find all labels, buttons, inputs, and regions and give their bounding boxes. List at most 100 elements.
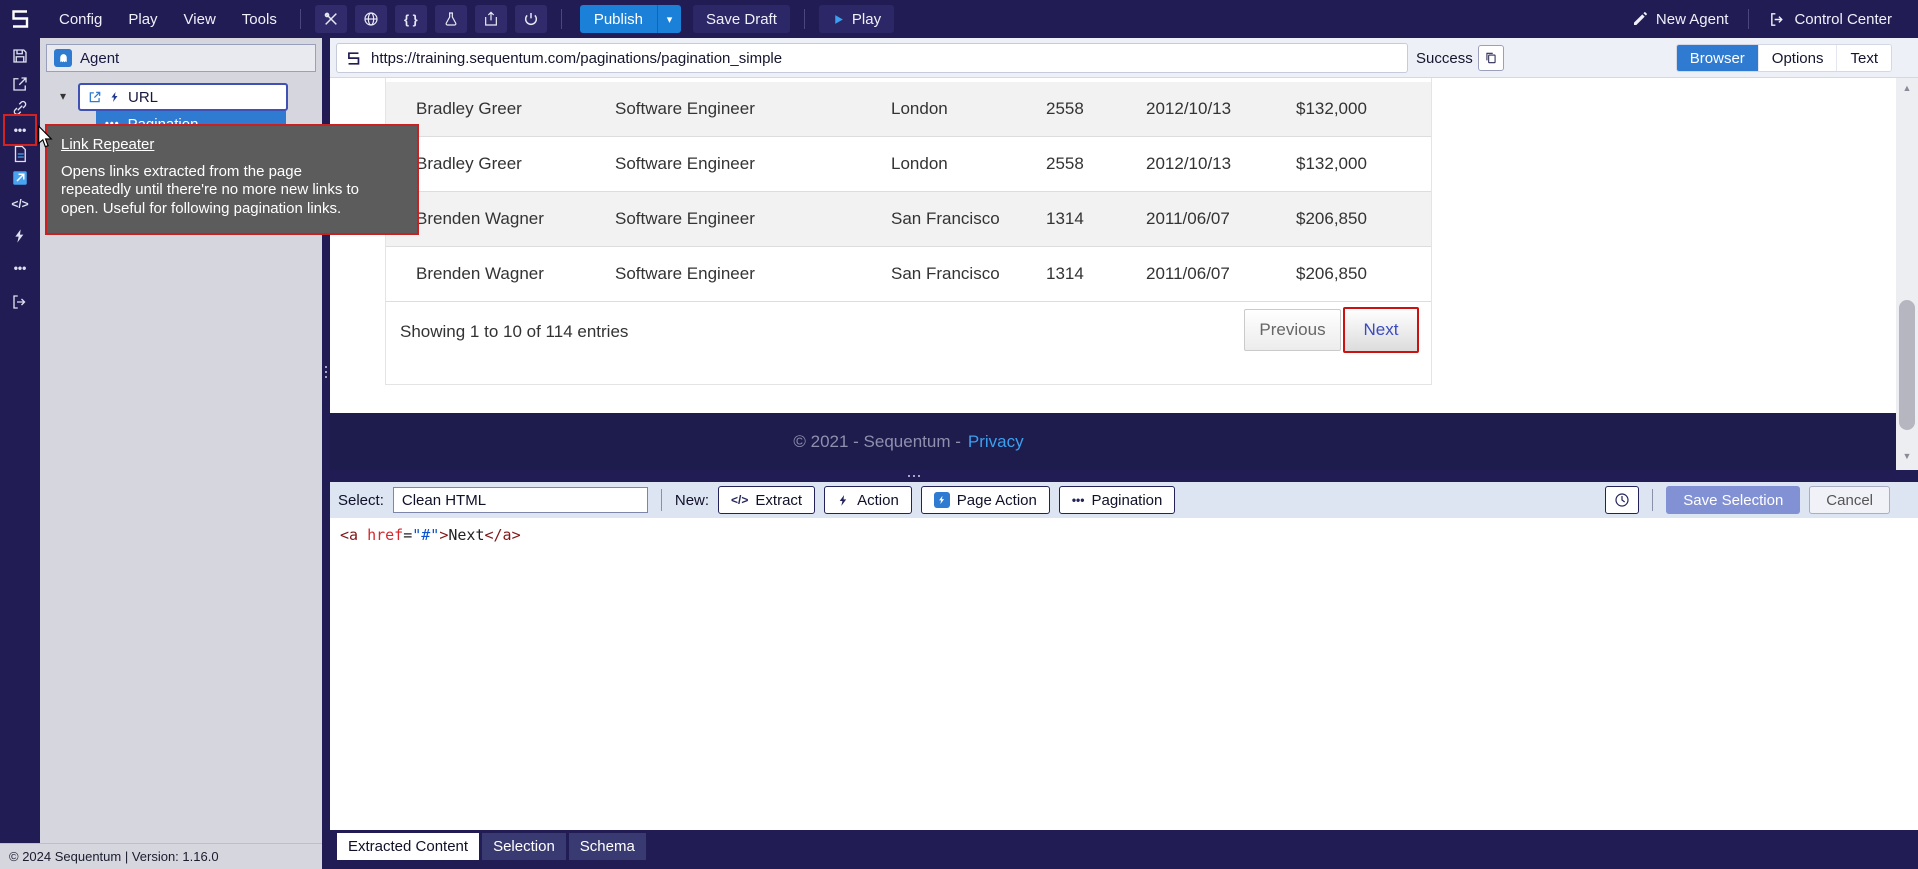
action-label: Action xyxy=(857,492,899,509)
external-link-icon xyxy=(11,75,29,93)
url-node-label: URL xyxy=(128,89,158,106)
horizontal-splitter[interactable] xyxy=(330,470,1918,482)
selection-toolbar: Select: New: </> Extract Action Page Act… xyxy=(330,482,1918,518)
chevron-down-icon: ▾ xyxy=(667,13,673,26)
table-row[interactable]: Brenden Wagner Software Engineer San Fra… xyxy=(386,247,1431,302)
new-page-action-button[interactable]: Page Action xyxy=(921,486,1050,514)
open-url-button[interactable] xyxy=(8,72,32,96)
agent-header[interactable]: Agent xyxy=(46,44,316,72)
table-row[interactable]: Brenden Wagner Software Engineer San Fra… xyxy=(386,192,1431,247)
tree-node-url[interactable]: URL xyxy=(78,83,288,111)
save-selection-button[interactable]: Save Selection xyxy=(1666,486,1800,514)
code-token: </a> xyxy=(485,526,521,544)
separator xyxy=(804,9,805,29)
scroll-down-icon[interactable]: ▼ xyxy=(1896,448,1918,464)
document-icon xyxy=(11,145,29,163)
save-agent-button[interactable] xyxy=(8,44,32,68)
table-row[interactable]: Bradley Greer Software Engineer London 2… xyxy=(386,82,1431,137)
tab-schema[interactable]: Schema xyxy=(569,833,646,860)
privacy-link[interactable]: Privacy xyxy=(968,432,1024,452)
code-token: <a xyxy=(340,526,358,544)
more-commands-button[interactable]: ••• xyxy=(8,256,32,280)
cancel-button[interactable]: Cancel xyxy=(1809,486,1890,514)
menu-item-play[interactable]: Play xyxy=(115,11,170,28)
menu-item-view[interactable]: View xyxy=(171,11,229,28)
publish-dropdown-caret[interactable]: ▾ xyxy=(657,5,681,33)
new-pagination-button[interactable]: ••• Pagination xyxy=(1059,486,1176,514)
separator xyxy=(300,9,301,29)
publish-button-group: Publish ▾ xyxy=(580,5,681,33)
scrollbar-thumb[interactable] xyxy=(1899,300,1915,430)
splitter-grip-icon xyxy=(325,366,327,368)
save-draft-button[interactable]: Save Draft xyxy=(693,5,790,33)
url-box xyxy=(336,43,1408,73)
new-agent-button[interactable]: New Agent xyxy=(1622,11,1739,28)
app-root: Config Play View Tools { } Publish ▾ Sav… xyxy=(0,0,1918,869)
topbar-right: New Agent Control Center xyxy=(1622,9,1902,29)
next-page-button[interactable]: Next xyxy=(1343,307,1419,353)
publish-button[interactable]: Publish xyxy=(580,5,657,33)
table-row[interactable]: Bradley Greer Software Engineer London 2… xyxy=(386,137,1431,192)
cell-office: London xyxy=(891,99,1046,119)
exit-button[interactable] xyxy=(8,290,32,314)
menu-item-config[interactable]: Config xyxy=(46,11,115,28)
clipboard-icon xyxy=(1484,51,1498,65)
tree-expander[interactable]: ▾ xyxy=(60,89,66,103)
tab-browser[interactable]: Browser xyxy=(1677,45,1758,71)
browser-viewport: Bradley Greer Software Engineer London 2… xyxy=(330,78,1896,470)
previous-page-button[interactable]: Previous xyxy=(1244,309,1341,351)
tab-selection[interactable]: Selection xyxy=(482,833,566,860)
browser-settings-button[interactable] xyxy=(355,5,387,33)
tab-extracted-content[interactable]: Extracted Content xyxy=(337,833,479,860)
tooltip-body: Opens links extracted from the page repe… xyxy=(61,163,361,218)
tab-text[interactable]: Text xyxy=(1836,45,1891,71)
debug-button[interactable] xyxy=(435,5,467,33)
code-icon: </> xyxy=(731,493,748,507)
cell-start-date: 2011/06/07 xyxy=(1146,264,1296,284)
menu-item-tools[interactable]: Tools xyxy=(229,11,290,28)
code-command-button[interactable]: </> xyxy=(8,192,32,216)
browser-scrollbar[interactable]: ▲ ▼ xyxy=(1896,78,1918,470)
cell-start-date: 2012/10/13 xyxy=(1146,154,1296,174)
agent-settings-button[interactable] xyxy=(315,5,347,33)
new-extract-button[interactable]: </> Extract xyxy=(718,486,815,514)
external-link-icon xyxy=(88,90,102,104)
separator xyxy=(1652,489,1653,511)
page-favicon-icon xyxy=(345,50,362,67)
copy-url-button[interactable] xyxy=(1478,45,1504,71)
cell-salary: $132,000 xyxy=(1296,99,1431,119)
tab-options[interactable]: Options xyxy=(1758,45,1837,71)
cell-ext: 2558 xyxy=(1046,154,1146,174)
link-repeater-button[interactable]: ••• xyxy=(8,118,32,142)
power-icon xyxy=(523,11,539,27)
data-json-button[interactable]: { } xyxy=(395,5,427,33)
link-repeater-tooltip: Link Repeater Opens links extracted from… xyxy=(45,124,419,235)
action-command-button[interactable] xyxy=(8,224,32,248)
play-button[interactable]: Play xyxy=(819,5,894,33)
lightning-icon xyxy=(837,494,850,507)
agent-title: Agent xyxy=(80,50,119,67)
history-button[interactable] xyxy=(1605,486,1639,514)
export-button[interactable] xyxy=(475,5,507,33)
code-icon: </> xyxy=(11,197,28,211)
copyright-version-text: © 2024 Sequentum | Version: 1.16.0 xyxy=(9,849,219,864)
pagination-label: Pagination xyxy=(1091,492,1162,509)
extract-label: Extract xyxy=(755,492,802,509)
power-button[interactable] xyxy=(515,5,547,33)
code-token: "#" xyxy=(412,526,439,544)
select-format-input[interactable] xyxy=(393,487,648,513)
url-input[interactable] xyxy=(371,50,1399,67)
scroll-up-icon[interactable]: ▲ xyxy=(1896,80,1918,96)
floppy-icon xyxy=(11,47,29,65)
document-command-button[interactable] xyxy=(8,142,32,166)
cell-position: Software Engineer xyxy=(615,99,891,119)
open-browser-button[interactable] xyxy=(8,166,32,190)
control-center-button[interactable]: Control Center xyxy=(1759,11,1902,28)
cell-position: Software Engineer xyxy=(615,264,891,284)
new-action-button[interactable]: Action xyxy=(824,486,912,514)
cell-name: Bradley Greer xyxy=(416,99,615,119)
cell-position: Software Engineer xyxy=(615,154,891,174)
selection-panel: Select: New: </> Extract Action Page Act… xyxy=(330,482,1918,869)
play-label: Play xyxy=(852,11,881,28)
code-token: = xyxy=(403,526,412,544)
